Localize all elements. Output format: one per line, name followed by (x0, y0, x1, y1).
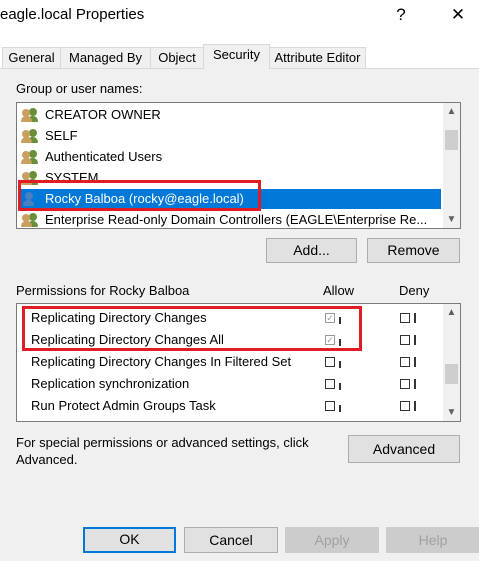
permission-row: Replication synchronization (17, 373, 442, 395)
remove-button[interactable]: Remove (367, 238, 460, 263)
deny-tick-mark (414, 379, 416, 389)
advanced-button[interactable]: Advanced (348, 435, 460, 463)
deny-checkbox[interactable] (400, 401, 410, 411)
user-list-item[interactable]: Enterprise Read-only Domain Controllers … (21, 210, 428, 228)
allow-tick-mark (339, 361, 341, 368)
permission-row: Replicating Directory Changes In Filtere… (17, 351, 442, 373)
permission-name: Replicating Directory Changes In Filtere… (31, 354, 292, 369)
tab-attribute-editor[interactable]: Attribute Editor (269, 47, 366, 68)
user-list-item-label: CREATOR OWNER (45, 107, 161, 122)
deny-tick-mark (414, 335, 416, 345)
dialog-footer: OK Cancel Apply Help (0, 516, 479, 561)
tab-general[interactable]: General (2, 47, 61, 68)
user-list-item-label: Enterprise Read-only Domain Controllers … (45, 212, 428, 227)
scroll-thumb[interactable] (445, 130, 458, 150)
perm-scroll-up-icon[interactable]: ▲ (443, 304, 460, 321)
perm-scroll-thumb[interactable] (445, 364, 458, 384)
deny-checkbox[interactable] (400, 357, 410, 367)
deny-tick-mark (414, 401, 416, 411)
tab-strip: General Managed By Object Security Attri… (0, 44, 366, 69)
scroll-down-icon[interactable]: ▼ (443, 211, 460, 228)
user-list-scrollbar[interactable]: ▲ ▼ (443, 103, 460, 228)
permission-name: Run Protect Admin Groups Task (31, 398, 216, 413)
permission-name: Replication synchronization (31, 376, 190, 391)
group-icon (21, 150, 39, 164)
scroll-up-icon[interactable]: ▲ (443, 103, 460, 120)
user-list-item[interactable]: CREATOR OWNER (21, 105, 161, 125)
group-icon (21, 129, 39, 143)
apply-button[interactable]: Apply (285, 527, 379, 553)
special-permissions-text: For special permissions or advanced sett… (16, 435, 309, 450)
tab-object[interactable]: Object (150, 47, 204, 68)
group-icon (21, 213, 39, 227)
group-icon (21, 108, 39, 122)
allow-checkbox[interactable] (325, 357, 335, 367)
add-button[interactable]: Add... (266, 238, 357, 263)
help-button[interactable]: ? (386, 2, 416, 28)
allow-checkbox[interactable] (325, 379, 335, 389)
allow-checkbox[interactable] (325, 401, 335, 411)
allow-tick-mark (339, 405, 341, 412)
ok-button[interactable]: OK (83, 527, 176, 553)
user-list-item-label: SELF (45, 128, 78, 143)
allow-header: Allow (323, 283, 355, 298)
user-list-item[interactable]: SELF (21, 126, 78, 146)
user-list-item-label: Authenticated Users (45, 149, 163, 164)
help-footer-button[interactable]: Help (386, 527, 479, 553)
deny-checkbox[interactable] (400, 335, 410, 345)
special-permissions-text-2: Advanced. (16, 452, 78, 467)
deny-tick-mark (414, 357, 416, 367)
deny-checkbox[interactable] (400, 379, 410, 389)
user-list-item[interactable]: Authenticated Users (21, 147, 162, 167)
close-button[interactable]: ✕ (443, 2, 473, 28)
window-title: eagle.local Properties (0, 6, 145, 23)
user-highlight-box (18, 180, 261, 211)
tab-managed-by[interactable]: Managed By (60, 47, 151, 68)
cancel-button[interactable]: Cancel (184, 527, 278, 553)
permissions-scrollbar[interactable]: ▲ ▼ (443, 304, 460, 421)
permissions-label: Permissions for Rocky Balboa (16, 283, 190, 298)
tab-security[interactable]: Security (203, 44, 270, 69)
deny-header: Deny (399, 283, 430, 298)
allow-tick-mark (339, 383, 341, 390)
deny-tick-mark (414, 313, 416, 323)
perm-scroll-down-icon[interactable]: ▼ (443, 404, 460, 421)
permission-highlight-box (22, 306, 362, 351)
permission-row: Run Protect Admin Groups Task (17, 395, 442, 417)
group-names-label: Group or user names: (16, 81, 143, 96)
deny-checkbox[interactable] (400, 313, 410, 323)
